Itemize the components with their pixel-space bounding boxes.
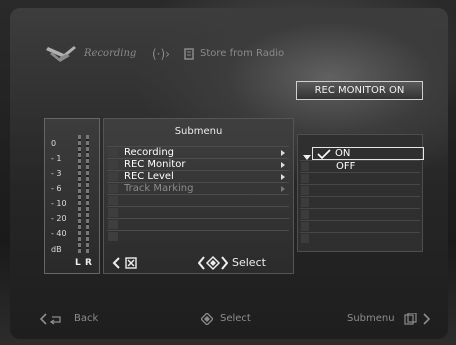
options-empty-row bbox=[300, 184, 420, 196]
vu-scale-label: - 20 bbox=[51, 214, 67, 223]
vu-scale-label: - 1 bbox=[51, 154, 62, 163]
submenu-empty-row bbox=[107, 194, 289, 206]
options-empty-row bbox=[300, 172, 420, 184]
nav-store-from-radio-label: Store from Radio bbox=[200, 48, 285, 59]
radio-antenna-icon: (·)› bbox=[152, 47, 194, 61]
submenu-empty-row bbox=[107, 230, 289, 242]
submenu-item-label: Track Marking bbox=[124, 183, 194, 194]
submenu-item-recording[interactable]: Recording bbox=[107, 146, 289, 158]
vu-meter: 0 - 1 - 3 - 6 - 10 - 20 - 40 dB L R bbox=[44, 118, 100, 274]
option-off[interactable]: OFF bbox=[300, 160, 420, 172]
vu-scale-label: - 6 bbox=[51, 184, 62, 193]
vu-scale-label: - 40 bbox=[51, 229, 67, 238]
svg-text:(·)›: (·)› bbox=[152, 47, 170, 61]
submenu-panel: Submenu Recording REC Monitor REC Level … bbox=[103, 118, 294, 274]
vu-channel-right: R bbox=[85, 258, 92, 268]
vu-scale-label: dB bbox=[51, 245, 62, 254]
recording-icon bbox=[46, 46, 76, 62]
back-label: Back bbox=[74, 313, 99, 324]
submenu-empty-row bbox=[107, 206, 289, 218]
vu-bar-left bbox=[78, 135, 81, 253]
submenu-item-label: Recording bbox=[124, 147, 175, 158]
submenu-footer-select-label: Select bbox=[232, 256, 266, 269]
option-label: ON bbox=[335, 148, 351, 159]
vu-scale-label: - 10 bbox=[51, 199, 67, 208]
check-icon bbox=[317, 149, 331, 159]
dpad-icon bbox=[201, 313, 213, 325]
option-label: OFF bbox=[336, 161, 356, 172]
chevron-right-icon bbox=[281, 174, 285, 180]
submenu-pages-icon bbox=[404, 313, 431, 325]
submenu-item-rec-level[interactable]: REC Level bbox=[107, 170, 289, 182]
submenu-label: Submenu bbox=[347, 313, 395, 324]
submenu-title: Submenu bbox=[174, 126, 223, 137]
vu-bar-right bbox=[86, 135, 89, 253]
chevron-right-icon bbox=[281, 162, 285, 168]
submenu-item-track-marking: Track Marking bbox=[107, 182, 289, 194]
nav-recording-label: Recording bbox=[84, 48, 137, 59]
chevron-right-icon bbox=[281, 186, 285, 192]
options-panel: ON OFF bbox=[297, 134, 424, 252]
submenu-footer: Select bbox=[104, 251, 293, 273]
submenu-item-label: REC Level bbox=[124, 171, 174, 182]
chevron-right-icon bbox=[281, 150, 285, 156]
rec-monitor-status-badge: REC MONITOR ON bbox=[296, 81, 423, 100]
back-close-icon[interactable] bbox=[112, 256, 144, 270]
options-empty-row bbox=[300, 232, 420, 244]
options-empty-row bbox=[300, 196, 420, 208]
select-label: Select bbox=[220, 313, 251, 324]
screen: Recording (·)› Store from Radio REC MONI… bbox=[0, 0, 456, 345]
back-return-icon bbox=[40, 313, 61, 325]
options-empty-row bbox=[300, 220, 420, 232]
submenu-item-label: REC Monitor bbox=[124, 159, 186, 170]
options-empty-row bbox=[300, 208, 420, 220]
option-on[interactable]: ON bbox=[312, 147, 424, 160]
dpad-select-icon bbox=[198, 255, 228, 271]
vu-channel-left: L bbox=[75, 258, 81, 268]
submenu-empty-row bbox=[107, 218, 289, 230]
submenu-item-rec-monitor[interactable]: REC Monitor bbox=[107, 158, 289, 170]
vu-scale-label: 0 bbox=[51, 139, 57, 148]
vu-scale-label: - 3 bbox=[51, 169, 62, 178]
